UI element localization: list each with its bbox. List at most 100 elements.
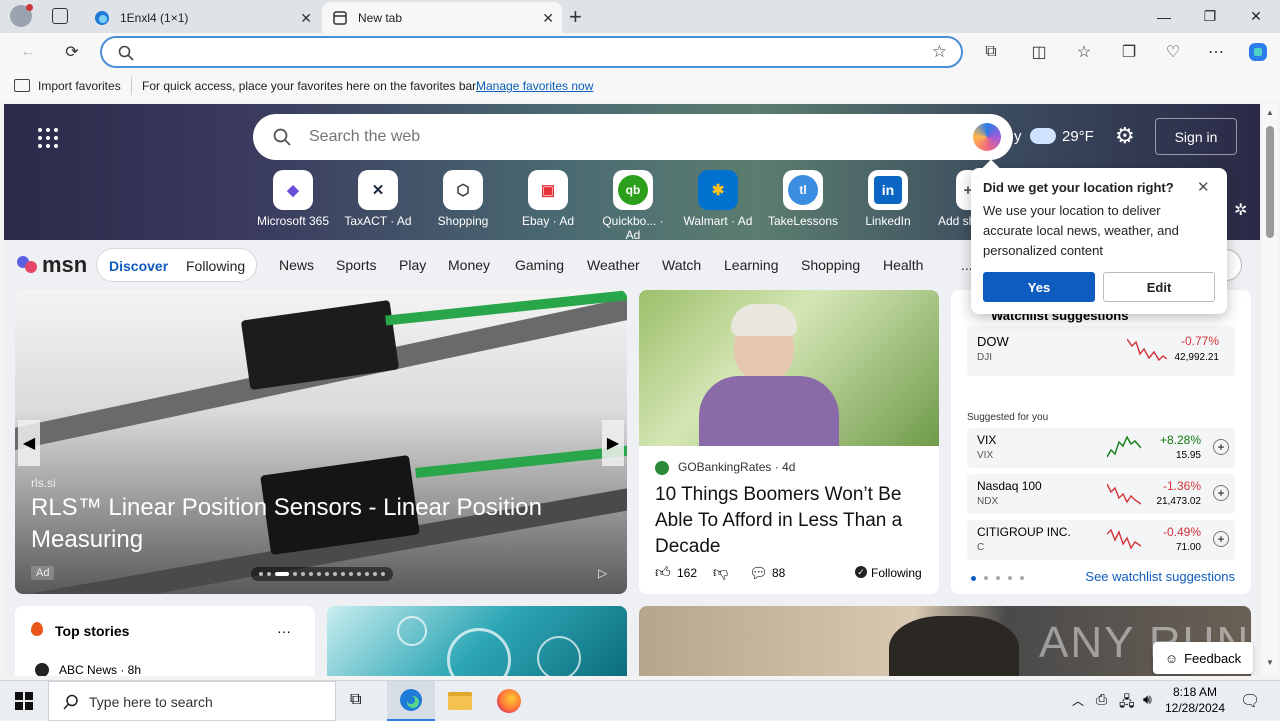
sparkle-icon[interactable]: ✲	[1234, 200, 1247, 220]
temperature[interactable]: 29°F	[1062, 128, 1094, 145]
start-button[interactable]	[0, 681, 48, 721]
watchlist-row-citigroup[interactable]: CITIGROUP INC. C -0.49% 71.00 +	[967, 520, 1235, 560]
carousel-dot[interactable]	[267, 572, 271, 576]
scroll-thumb[interactable]	[1266, 126, 1274, 238]
watchlist-row-ndx[interactable]: Nasdaq 100 NDX -1.36% 21,473.02 +	[967, 474, 1235, 514]
page-scrollbar[interactable]: ▲ ▼	[1262, 104, 1278, 676]
popup-close-icon[interactable]: ✕	[1197, 178, 1210, 196]
article-title[interactable]: 10 Things Boomers Won’t Be Able To Affor…	[655, 482, 930, 560]
carousel-dot[interactable]	[301, 572, 305, 576]
carousel-dot[interactable]	[293, 572, 297, 576]
address-input[interactable]	[148, 43, 888, 63]
address-bar[interactable]: ☆	[100, 36, 963, 68]
feedback-button[interactable]: ☺ Feedback	[1153, 642, 1253, 674]
new-tab-button[interactable]: +	[569, 4, 582, 30]
location-edit-button[interactable]: Edit	[1103, 272, 1215, 302]
carousel-dot[interactable]	[259, 572, 263, 576]
quick-link-ebay[interactable]: ▣ Ebay · Ad	[510, 170, 586, 228]
nav-news[interactable]: News	[279, 257, 314, 273]
close-tab-icon[interactable]: ✕	[300, 10, 312, 27]
copilot-search-icon[interactable]	[973, 123, 1001, 151]
quick-link-microsoft-365[interactable]: ◆ Microsoft 365	[255, 170, 331, 228]
refresh-icon[interactable]: ⟳	[60, 40, 84, 64]
show-hidden-icons[interactable]: ︿	[1072, 692, 1084, 709]
tab-new-tab[interactable]: New tab ✕	[322, 2, 562, 33]
favorites-icon[interactable]: ☆	[1072, 40, 1096, 64]
carousel-dot[interactable]	[357, 572, 361, 576]
nav-health[interactable]: Health	[883, 257, 923, 273]
split-screen-icon[interactable]: ◫	[1027, 40, 1051, 64]
restore-button[interactable]: ❐	[1187, 0, 1233, 33]
notifications-icon[interactable]: 🗨︎	[1240, 691, 1260, 711]
import-favorites-icon[interactable]	[14, 79, 30, 92]
carousel-dot[interactable]	[275, 572, 289, 576]
scroll-up-icon[interactable]: ▲	[1266, 108, 1274, 117]
hero-ad-card[interactable]: ◀ ▶ rls.si RLS™ Linear Position Sensors …	[15, 290, 627, 594]
carousel-dot[interactable]	[349, 572, 353, 576]
carousel-dot[interactable]	[309, 572, 313, 576]
app-launcher-icon[interactable]	[38, 128, 58, 148]
comment-icon[interactable]: 💬︎	[749, 564, 768, 582]
carousel-dot[interactable]	[373, 572, 377, 576]
nav-shopping[interactable]: Shopping	[801, 257, 860, 273]
tab-actions-icon[interactable]	[52, 8, 68, 24]
quick-link-shopping[interactable]: ⬡ Shopping	[425, 170, 501, 228]
ad-choices-icon[interactable]: ▷	[598, 566, 607, 580]
tab-1enxl4[interactable]: 1Enxl4 (1×1) ✕	[84, 2, 320, 33]
web-search-input[interactable]	[309, 126, 909, 148]
quick-link-linkedin[interactable]: in LinkedIn	[850, 170, 926, 228]
carousel-dot[interactable]	[317, 572, 321, 576]
web-search-box[interactable]	[253, 114, 1013, 160]
nav-play[interactable]: Play	[399, 257, 426, 273]
like-icon[interactable]: 👍︎	[655, 564, 671, 582]
task-view-icon[interactable]: ⧉	[350, 691, 361, 709]
close-window-button[interactable]: ✕	[1233, 0, 1279, 33]
scroll-down-icon[interactable]: ▼	[1266, 658, 1274, 667]
taskbar-search-box[interactable]: Type here to search	[48, 681, 336, 721]
add-to-watchlist-icon[interactable]: +	[1213, 531, 1229, 547]
nav-money[interactable]: Money	[448, 257, 490, 273]
manage-favorites-link[interactable]: Manage favorites now	[476, 79, 593, 93]
quick-link-taxact[interactable]: ✕ TaxACT · Ad	[340, 170, 416, 228]
dislike-icon[interactable]: 👎︎	[713, 564, 728, 582]
close-tab-icon[interactable]: ✕	[542, 10, 554, 27]
browser-essentials-icon[interactable]: ♡	[1161, 40, 1185, 64]
taskbar-edge-button[interactable]	[387, 681, 435, 721]
volume-icon[interactable]: 🔊︎	[1143, 691, 1152, 708]
carousel-prev-button[interactable]: ◀	[18, 420, 40, 466]
settings-more-icon[interactable]: ⋯	[1204, 40, 1228, 64]
see-watchlist-link[interactable]: See watchlist suggestions	[1085, 569, 1235, 584]
nav-weather[interactable]: Weather	[587, 257, 640, 273]
nav-learning[interactable]: Learning	[724, 257, 779, 273]
file-explorer-icon[interactable]	[448, 692, 472, 710]
tray-device-icon[interactable]: ⎙	[1096, 691, 1107, 708]
add-to-watchlist-icon[interactable]: +	[1213, 439, 1229, 455]
network-icon[interactable]: 🖧︎	[1119, 691, 1135, 715]
back-icon[interactable]: ←	[16, 40, 40, 64]
nav-gaming[interactable]: Gaming	[515, 257, 564, 273]
settings-gear-icon[interactable]: ⚙	[1115, 123, 1135, 149]
clock[interactable]: 8:18 AM 12/28/2024	[1164, 684, 1226, 716]
extensions-icon[interactable]: ⧉	[979, 40, 1003, 64]
quick-link-quickbooks[interactable]: qb Quickbo... · Ad	[595, 170, 671, 242]
collections-icon[interactable]: ❐	[1117, 40, 1141, 64]
carousel-dot[interactable]	[365, 572, 369, 576]
watchlist-row-dow[interactable]: DOW DJI -0.77% 42,992.21	[967, 326, 1235, 376]
firefox-icon[interactable]	[497, 689, 521, 713]
location-yes-button[interactable]: Yes	[983, 272, 1095, 302]
minimize-button[interactable]: —	[1141, 0, 1187, 33]
carousel-dot[interactable]	[381, 572, 385, 576]
profile-icon[interactable]	[10, 4, 33, 27]
sign-in-button[interactable]: Sign in	[1155, 118, 1237, 155]
watchlist-row-vix[interactable]: VIX VIX +8.28% 15.95 +	[967, 428, 1235, 468]
import-favorites-button[interactable]: Import favorites	[38, 79, 121, 93]
msn-logo[interactable]: msn	[16, 252, 87, 278]
carousel-dot[interactable]	[341, 572, 345, 576]
shopping-image-card[interactable]	[327, 606, 627, 676]
quick-link-walmart[interactable]: ✱ Walmart · Ad	[680, 170, 756, 228]
nav-sports[interactable]: Sports	[336, 257, 376, 273]
favorite-star-icon[interactable]: ☆	[932, 42, 947, 62]
quick-link-takelessons[interactable]: tl TakeLessons	[765, 170, 841, 228]
following-label[interactable]: Following	[871, 566, 922, 580]
carousel-next-button[interactable]: ▶	[602, 420, 624, 466]
